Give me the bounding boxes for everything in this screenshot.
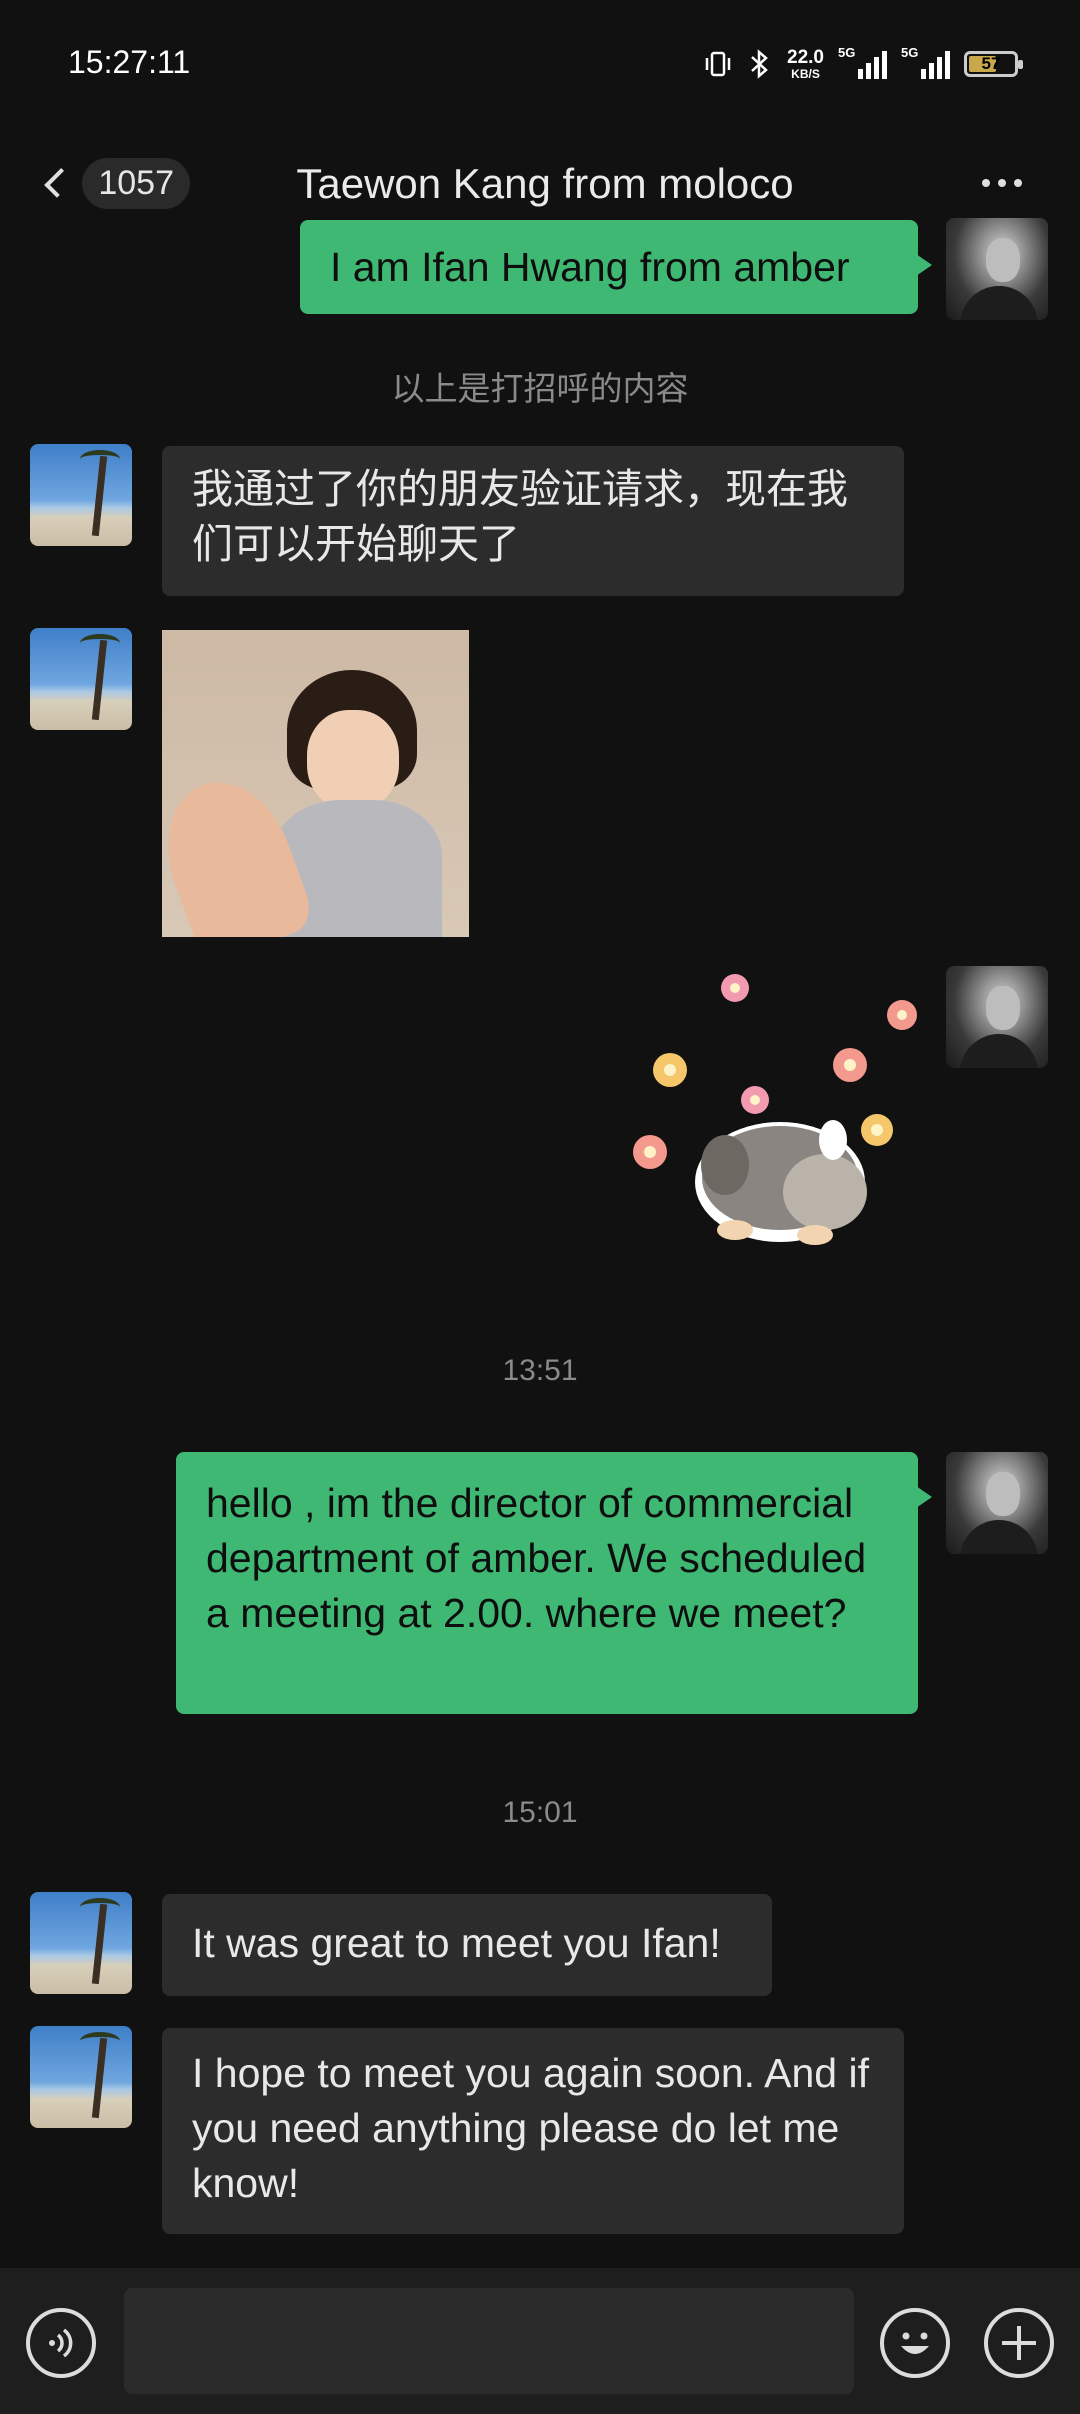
input-bar [0,2268,1080,2414]
signal-tag: 5G [901,45,919,60]
dot-icon [982,179,990,187]
status-time: 15:27:11 [68,44,191,80]
chat-header: 1057 Taewon Kang from moloco [0,130,1080,230]
dot-icon [998,179,1006,187]
status-bar: 15:27:11 22.0 KB/S 5G 5G 57 [0,0,1080,130]
battery-level: 57 [981,54,1001,73]
dot-icon [1014,179,1022,187]
contact-avatar[interactable] [30,2026,132,2128]
network-speed: 22.0 KB/S [787,48,824,81]
voice-button[interactable] [26,2308,96,2378]
contact-avatar[interactable] [30,1892,132,1994]
bunny-icon [695,1120,867,1245]
message-input[interactable] [124,2288,854,2394]
timestamp: 13:51 [502,1354,578,1387]
signal-icon: 5G [901,45,950,79]
contact-avatar[interactable] [30,444,132,546]
status-icons: 22.0 KB/S 5G 5G 57 [703,44,1023,84]
signal-icon: 5G [838,45,887,79]
chat-title: Taewon Kang from moloco [296,160,794,207]
message-incoming[interactable]: 我通过了你的朋友验证请求，现在我们可以开始聊天了 [162,446,904,596]
vibrate-icon [705,51,731,77]
system-note: 以上是打招呼的内容 [391,370,689,407]
signal-tag: 5G [838,45,856,60]
network-speed-value: 22.0 [787,46,824,68]
emoji-icon [901,2332,929,2354]
my-avatar[interactable] [946,966,1048,1068]
contact-avatar[interactable] [30,628,132,730]
more-options-button[interactable] [972,158,1032,208]
my-avatar[interactable] [946,218,1048,320]
timestamp: 15:01 [502,1796,578,1829]
voice-icon [49,2328,73,2358]
message-outgoing[interactable]: I am Ifan Hwang from amber [300,220,932,314]
battery-icon: 57 [964,51,1023,77]
network-speed-unit: KB/S [791,66,820,81]
message-incoming[interactable]: I hope to meet you again soon. And if yo… [162,2028,904,2234]
image-message[interactable] [162,630,469,937]
plus-button[interactable] [984,2308,1054,2378]
message-incoming[interactable]: It was great to meet you Ifan! [162,1894,772,1996]
my-avatar[interactable] [946,1452,1048,1554]
sticker-message[interactable] [615,960,925,1270]
bluetooth-icon [751,49,768,79]
emoji-button[interactable] [880,2308,950,2378]
message-outgoing[interactable]: hello , im the director of commercial de… [176,1452,932,1714]
